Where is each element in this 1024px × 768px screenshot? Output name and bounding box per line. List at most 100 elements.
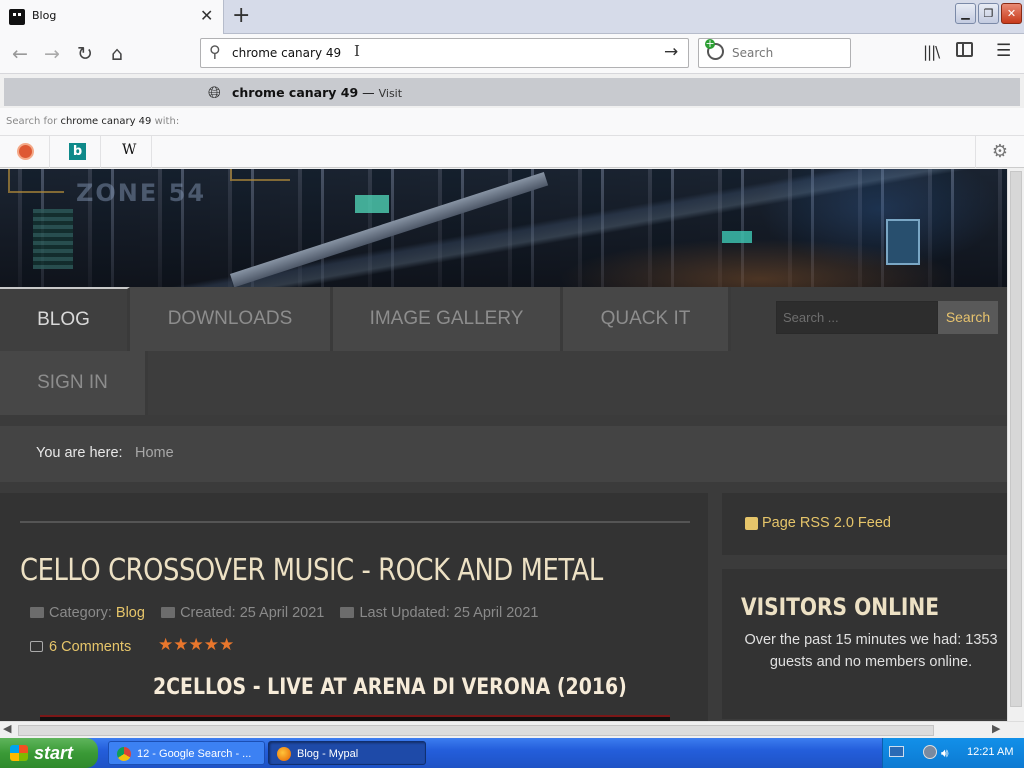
scroll-left-arrow-icon[interactable]: ◀ bbox=[3, 722, 11, 735]
nav-sign-in[interactable]: SIGN IN bbox=[0, 351, 148, 415]
search-input[interactable]: Search bbox=[732, 46, 773, 60]
url-bar[interactable]: ⚲ chrome canary 49 I → bbox=[200, 38, 689, 68]
nav-quack-it[interactable]: QUACK IT bbox=[563, 287, 731, 351]
system-tray: 🔊︎ 12:21 AM bbox=[882, 738, 1024, 768]
folder-icon bbox=[30, 607, 44, 618]
duckduckgo-icon bbox=[17, 143, 34, 160]
site-main-nav: BLOG DOWNLOADS IMAGE GALLERY QUACK IT SI… bbox=[0, 287, 1007, 415]
calendar-icon bbox=[161, 607, 176, 618]
reload-button[interactable]: ↻ bbox=[73, 42, 97, 66]
wikipedia-icon: W bbox=[122, 142, 137, 158]
network-icon[interactable] bbox=[923, 745, 937, 759]
engine-bing[interactable]: b bbox=[51, 136, 101, 168]
category-label: Category: bbox=[49, 605, 112, 621]
suggestion-text: chrome canary 49 — Visit bbox=[232, 85, 402, 100]
banner-screen bbox=[355, 195, 389, 213]
search-with-query: chrome canary 49 bbox=[60, 116, 152, 127]
clock[interactable]: 12:21 AM bbox=[967, 746, 1013, 758]
video-title: 2CELLOS - LIVE AT ARENA DI VERONA (2016) bbox=[153, 675, 627, 700]
home-button[interactable]: ⌂ bbox=[105, 42, 129, 66]
horizontal-scrollbar-thumb[interactable] bbox=[18, 725, 934, 736]
search-with-suffix: with: bbox=[151, 116, 180, 127]
keyboard-icon[interactable] bbox=[889, 746, 904, 757]
engine-duckduckgo[interactable] bbox=[0, 136, 50, 168]
bing-icon: b bbox=[69, 143, 86, 160]
web-page: ZONE 54 BLOG DOWNLOADS IMAGE GALLERY QUA… bbox=[0, 169, 1007, 721]
sidebar-icon[interactable] bbox=[956, 42, 973, 57]
visitors-title: VISITORS ONLINE bbox=[741, 593, 940, 621]
breadcrumb: You are here: Home bbox=[0, 426, 1007, 482]
globe-icon: 🌐︎ bbox=[208, 83, 221, 102]
minimize-button[interactable]: ▁ bbox=[955, 3, 976, 24]
comments-link[interactable]: 6 Comments bbox=[30, 639, 131, 655]
volume-icon[interactable]: 🔊︎ bbox=[941, 746, 949, 761]
article: CELLO CROSSOVER MUSIC - ROCK AND METAL C… bbox=[0, 493, 708, 721]
nav-toolbar: ← → ↻ ⌂ ⚲ chrome canary 49 I → Search ||… bbox=[0, 34, 1024, 74]
logo-bracket bbox=[230, 169, 290, 181]
site-favicon-icon bbox=[9, 9, 25, 25]
search-engine-icon[interactable] bbox=[705, 39, 724, 60]
search-box[interactable]: Search bbox=[698, 38, 851, 68]
rating-stars[interactable]: ★★★★★ bbox=[158, 635, 234, 655]
visitors-text: Over the past 15 minutes we had: 1353 gu… bbox=[744, 632, 998, 670]
engine-wikipedia[interactable]: W bbox=[102, 136, 152, 168]
nav-blog[interactable]: BLOG bbox=[0, 287, 130, 351]
taskbar-item-blog[interactable]: Blog - Mypal bbox=[268, 741, 426, 765]
site-search-button[interactable]: Search bbox=[938, 301, 998, 334]
breadcrumb-label: You are here: bbox=[36, 445, 123, 461]
site-logo[interactable]: ZONE 54 bbox=[76, 179, 206, 207]
vertical-scrollbar-thumb[interactable] bbox=[1010, 171, 1022, 707]
search-icon: ⚲ bbox=[209, 42, 221, 61]
breadcrumb-home-link[interactable]: Home bbox=[135, 445, 174, 461]
search-with-prefix: Search for bbox=[6, 116, 61, 127]
horizontal-scrollbar[interactable]: ◀ ▶ bbox=[0, 721, 1024, 738]
rss-icon bbox=[745, 517, 758, 530]
menu-icon[interactable]: ☰ bbox=[996, 41, 1011, 61]
banner-building bbox=[33, 209, 73, 269]
search-with-row: Search for chrome canary 49 with: bbox=[0, 108, 1024, 136]
restore-button[interactable]: ❐ bbox=[978, 3, 999, 24]
calendar-icon bbox=[340, 607, 355, 618]
suggestion-visit: Visit bbox=[378, 87, 403, 100]
banner-screen bbox=[886, 219, 920, 265]
close-window-button[interactable]: ✕ bbox=[1001, 3, 1022, 24]
vertical-scrollbar[interactable] bbox=[1007, 169, 1024, 721]
visitors-module: VISITORS ONLINE Over the past 15 minutes… bbox=[722, 569, 1007, 719]
forward-button[interactable]: → bbox=[40, 42, 64, 66]
back-button[interactable]: ← bbox=[8, 42, 32, 66]
scroll-right-arrow-icon[interactable]: ▶ bbox=[992, 722, 1000, 735]
category-link[interactable]: Blog bbox=[116, 605, 145, 621]
comments-count[interactable]: 6 Comments bbox=[49, 639, 131, 655]
tab-blog[interactable]: Blog ✕ bbox=[0, 0, 224, 34]
go-arrow-icon[interactable]: → bbox=[664, 42, 678, 62]
article-meta: Category: Blog Created: 25 April 2021 La… bbox=[30, 605, 538, 621]
nav-image-gallery[interactable]: IMAGE GALLERY bbox=[333, 287, 563, 351]
url-input[interactable]: chrome canary 49 bbox=[232, 46, 341, 60]
rss-module: Page RSS 2.0 Feed bbox=[722, 493, 1007, 555]
library-icon[interactable]: |||\ bbox=[923, 43, 940, 61]
logo-bracket bbox=[8, 169, 64, 193]
updated-date: Last Updated: 25 April 2021 bbox=[359, 605, 539, 621]
rss-feed-link[interactable]: Page RSS 2.0 Feed bbox=[762, 515, 891, 531]
tab-title: Blog bbox=[32, 9, 57, 22]
site-search-input[interactable]: Search ... bbox=[776, 301, 938, 334]
tab-strip: Blog ✕ + ▁ ❐ ✕ bbox=[0, 0, 1024, 34]
comment-icon bbox=[30, 641, 43, 652]
article-title[interactable]: CELLO CROSSOVER MUSIC - ROCK AND METAL bbox=[20, 553, 603, 588]
new-tab-button[interactable]: + bbox=[232, 3, 250, 29]
tab-close-icon[interactable]: ✕ bbox=[200, 6, 213, 25]
banner-screen bbox=[722, 231, 752, 243]
suggestion-query: chrome canary 49 bbox=[232, 85, 359, 100]
divider bbox=[20, 521, 690, 523]
one-off-search-engines: b W ⚙ bbox=[0, 136, 1024, 168]
search-settings-gear-icon[interactable]: ⚙ bbox=[975, 136, 1024, 168]
search-with-text: Search for chrome canary 49 with: bbox=[6, 116, 179, 127]
site-banner-image: ZONE 54 bbox=[0, 169, 1007, 288]
taskbar-item-google-search[interactable]: 12 - Google Search - ... bbox=[108, 741, 265, 765]
windows-logo-icon bbox=[10, 745, 28, 761]
text-cursor-icon: I bbox=[354, 42, 360, 60]
suggestion-separator: — bbox=[358, 85, 379, 100]
created-date: Created: 25 April 2021 bbox=[180, 605, 325, 621]
nav-downloads[interactable]: DOWNLOADS bbox=[130, 287, 333, 351]
url-suggestion-row[interactable]: 🌐︎ chrome canary 49 — Visit bbox=[4, 78, 1020, 106]
